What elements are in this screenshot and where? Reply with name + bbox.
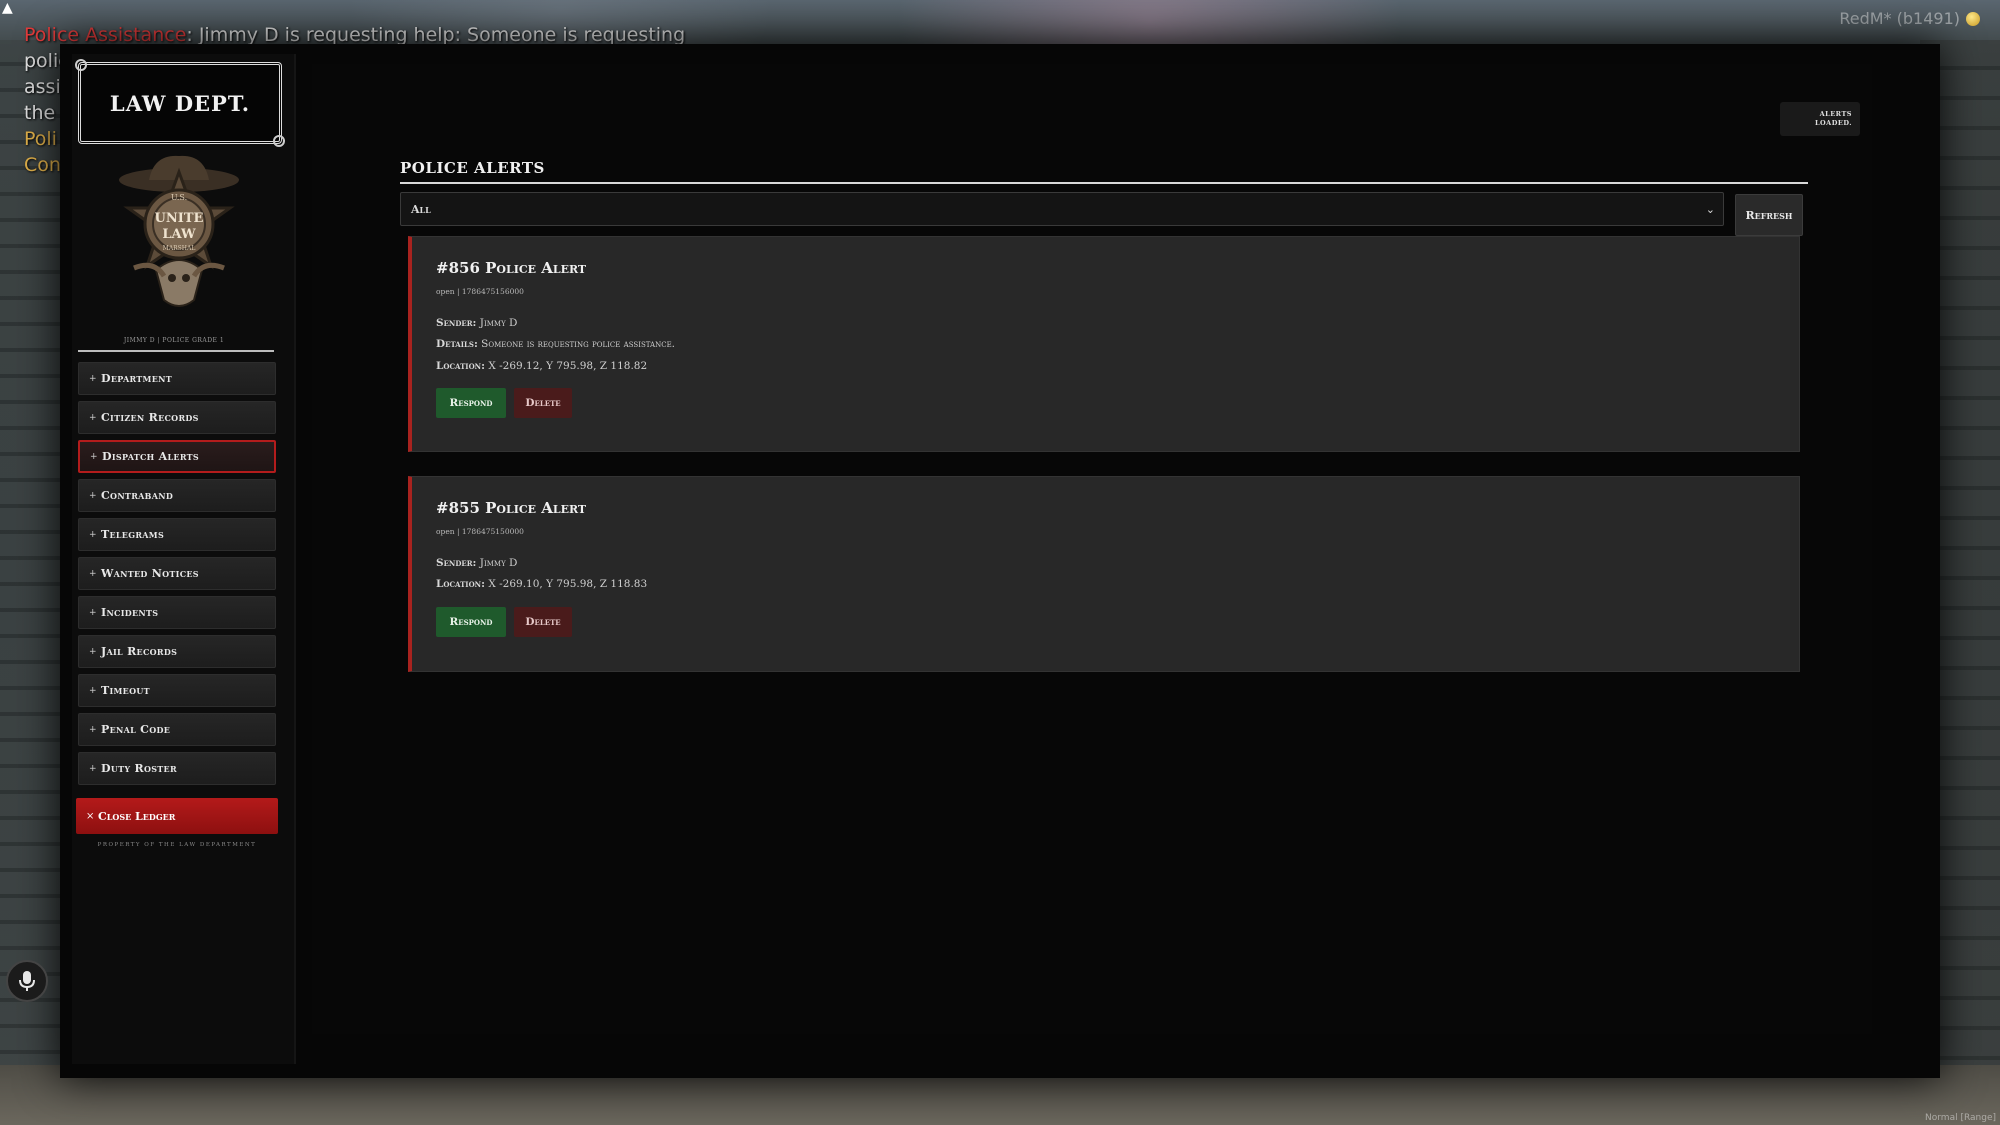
sidebar-item-dispatch-alerts[interactable]: + Dispatch Alerts — [78, 440, 276, 473]
alert-location-value: X -269.12, Y 795.98, Z 118.82 — [488, 360, 648, 372]
sidebar-divider — [78, 350, 274, 352]
respond-button[interactable]: Respond — [436, 388, 506, 418]
bullet-icon: + — [89, 685, 97, 696]
sidebar-item-label: Contraband — [101, 489, 174, 502]
sidebar: LAW DEPT. U.S. UNITE LAW MARSHAL JIMMY D… — [72, 54, 296, 1064]
alert-card: #855 Police Alert open | 1786475150000 S… — [408, 476, 1800, 672]
alert-sender-value: Jimmy D — [479, 317, 518, 329]
voice-range-label: Normal [Range] — [1925, 1113, 1996, 1123]
sidebar-item-penal-code[interactable]: + Penal Code — [78, 713, 276, 746]
sidebar-item-label: Incidents — [101, 606, 159, 619]
alert-details-key: Details: — [436, 338, 478, 350]
alert-location-key: Location: — [436, 360, 485, 372]
bullet-icon: + — [89, 412, 97, 423]
server-build-label: RedM* (b1491) — [1839, 9, 1960, 28]
bullet-icon: + — [89, 373, 97, 384]
microphone-icon — [6, 960, 48, 1002]
sidebar-item-duty-roster[interactable]: + Duty Roster — [78, 752, 276, 785]
bullet-icon: + — [89, 490, 97, 501]
sidebar-item-label: Wanted Notices — [101, 567, 199, 580]
page-title: POLICE ALERTS — [400, 159, 545, 177]
chat-tag: Police Assistance — [24, 24, 187, 46]
badge-text-mid2: LAW — [162, 227, 196, 242]
chevron-down-icon: ⌄ — [1705, 202, 1715, 216]
title-divider — [400, 182, 1808, 184]
alert-details: Details: Someone is requesting police as… — [436, 338, 675, 350]
main-content: POLICE ALERTS All ⌄ Refresh #856 Police … — [312, 64, 1872, 1034]
badge-text-top: U.S. — [171, 193, 187, 202]
alert-location-key: Location: — [436, 578, 485, 590]
badge-text-mid1: UNITE — [155, 211, 204, 226]
sidebar-item-label: Dispatch Alerts — [102, 450, 199, 463]
sidebar-item-telegrams[interactable]: + Telegrams — [78, 518, 276, 551]
sidebar-item-jail-records[interactable]: + Jail Records — [78, 635, 276, 668]
sidebar-item-label: Citizen Records — [101, 411, 199, 424]
delete-button[interactable]: Delete — [514, 388, 572, 418]
alert-location: Location: X -269.10, Y 795.98, Z 118.83 — [436, 578, 647, 590]
bullet-icon: + — [89, 568, 97, 579]
toast-line-2: LOADED. — [1814, 119, 1852, 127]
alert-details-value: Someone is requesting police assistance. — [481, 338, 676, 350]
alert-card: #856 Police Alert open | 1786475156000 S… — [408, 236, 1800, 452]
brand-title: LAW DEPT. — [75, 59, 285, 147]
sidebar-nav: + Department + Citizen Records + Dispatc… — [78, 362, 276, 791]
alerts-loaded-toast: ALERTS LOADED. — [1780, 102, 1860, 136]
delete-button[interactable]: Delete — [514, 607, 572, 637]
alert-sender-key: Sender: — [436, 317, 477, 329]
sidebar-item-wanted-notices[interactable]: + Wanted Notices — [78, 557, 276, 590]
alert-sender: Sender: Jimmy D — [436, 317, 517, 329]
bullet-icon: + — [89, 763, 97, 774]
alert-sender: Sender: Jimmy D — [436, 557, 517, 569]
alert-filter-select[interactable]: All ⌄ — [400, 192, 1724, 226]
bullet-icon: + — [89, 646, 97, 657]
alert-sender-value: Jimmy D — [479, 557, 518, 569]
alert-title: #856 Police Alert — [436, 259, 587, 277]
server-status-icon — [1966, 12, 1980, 26]
sidebar-item-contraband[interactable]: + Contraband — [78, 479, 276, 512]
officer-info: JIMMY D | POLICE GRADE 1 — [123, 337, 225, 344]
close-ledger-label: Close Ledger — [98, 809, 176, 823]
sidebar-item-department[interactable]: + Department — [78, 362, 276, 395]
sidebar-item-label: Jail Records — [101, 645, 178, 658]
alert-sender-key: Sender: — [436, 557, 477, 569]
sidebar-item-incidents[interactable]: + Incidents — [78, 596, 276, 629]
law-ledger-panel: LAW DEPT. U.S. UNITE LAW MARSHAL JIMMY D… — [60, 44, 1940, 1078]
sidebar-item-label: Duty Roster — [101, 762, 177, 775]
sidebar-item-label: Timeout — [101, 684, 150, 697]
refresh-button[interactable]: Refresh — [1735, 194, 1803, 236]
mouse-cursor-icon: ▲ — [2, 0, 13, 16]
close-icon: × — [86, 810, 95, 822]
property-footer: PROPERTY OF THE LAW DEPARTMENT — [97, 842, 257, 848]
sidebar-item-label: Penal Code — [101, 723, 171, 736]
sidebar-item-citizen-records[interactable]: + Citizen Records — [78, 401, 276, 434]
alert-location: Location: X -269.12, Y 795.98, Z 118.82 — [436, 360, 647, 372]
alert-meta: open | 1786475156000 — [436, 287, 524, 296]
respond-button[interactable]: Respond — [436, 607, 506, 637]
badge-text-bottom: MARSHAL — [163, 245, 196, 252]
sidebar-item-timeout[interactable]: + Timeout — [78, 674, 276, 707]
bullet-icon: + — [89, 529, 97, 540]
bullet-icon: + — [89, 724, 97, 735]
sidebar-item-label: Department — [101, 372, 172, 385]
alert-meta: open | 1786475150000 — [436, 527, 524, 536]
bullet-icon: + — [89, 607, 97, 618]
toast-line-1: ALERTS — [1819, 110, 1852, 118]
alert-title: #855 Police Alert — [436, 499, 587, 517]
marshal-badge-icon: U.S. UNITE LAW MARSHAL — [119, 155, 239, 307]
close-ledger-button[interactable]: × Close Ledger — [76, 798, 278, 834]
sidebar-item-label: Telegrams — [101, 528, 165, 541]
bullet-icon: + — [90, 451, 98, 462]
alert-location-value: X -269.10, Y 795.98, Z 118.83 — [488, 578, 648, 590]
filter-selected-value: All — [411, 202, 431, 216]
